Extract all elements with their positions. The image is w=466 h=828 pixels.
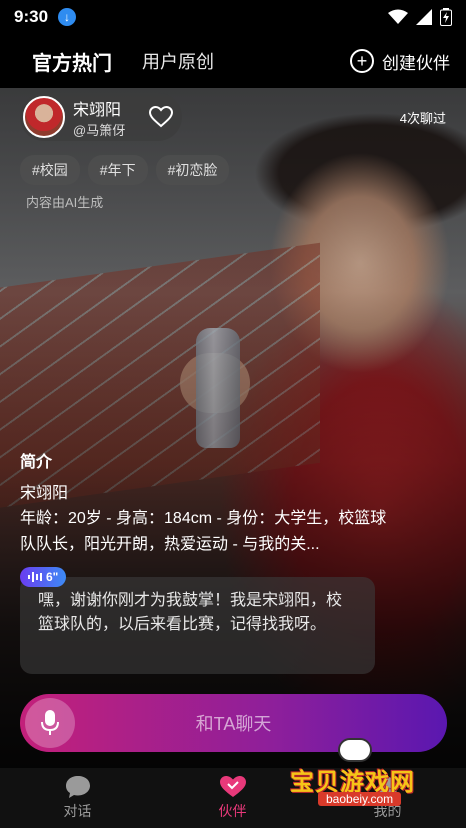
nav-label-partner: 伙伴 [218,803,247,819]
plus-circle-icon: + [350,49,374,73]
voice-input-button[interactable] [25,698,75,748]
signal-icon [416,9,432,25]
microphone-icon [41,710,59,735]
voice-play-badge[interactable]: 6" [20,567,67,587]
tab-user-original[interactable]: 用户原创 [142,48,214,74]
intro-character-name: 宋翊阳 [20,485,69,502]
tag-list: #校园 #年下 #初恋脸 [20,155,230,185]
chat-icon [65,776,90,798]
voice-duration: 6" [46,570,59,584]
avatar[interactable] [23,96,65,138]
ai-generated-note: 内容由AI生成 [26,195,104,210]
wifi-icon [388,9,408,24]
download-icon: ↓ [58,8,77,26]
greeting-message-text: 嘿，谢谢你刚才为我鼓掌！我是宋翊阳，校篮球队的，以后来看比赛，记得找我呀。 [38,592,343,633]
intro-description[interactable]: 年龄：20岁 - 身高：184cm - 身份：大学生，校篮球队队长，阳光开朗，热… [20,506,390,558]
partner-heart-icon [219,776,246,797]
tag-chip[interactable]: #校园 [20,155,80,185]
creator-handle: @马箫伢 [73,122,126,138]
character-profile-chip[interactable]: 宋翊阳 @马箫伢 [20,93,182,141]
chat-count: 4次聊过 [399,111,446,126]
tag-chip[interactable]: #年下 [87,155,148,185]
nav-item-partner[interactable]: 伙伴 [155,775,310,821]
status-time: 9:30 [14,7,49,26]
nav-item-chat[interactable]: 对话 [0,775,155,821]
sound-wave-icon [28,572,42,582]
chat-button-label: 和TA聊天 [195,714,272,734]
create-partner-button[interactable]: + 创建伙伴 [350,49,450,74]
tab-official-hot[interactable]: 官方热门 [32,47,112,76]
gamepad-logo-icon [338,738,372,762]
nav-label-chat: 对话 [63,803,92,819]
create-partner-label: 创建伙伴 [382,53,450,73]
character-name: 宋翊阳 [73,101,122,119]
intro-heading: 简介 [20,454,53,471]
tag-chip[interactable]: #初恋脸 [155,155,230,185]
battery-icon [440,8,452,26]
greeting-message-bubble[interactable]: 嘿，谢谢你刚才为我鼓掌！我是宋翊阳，校篮球队的，以后来看比赛，记得找我呀。 [20,577,375,674]
status-bar: 9:30 ↓ [0,0,466,34]
watermark-url: baobeiy.com [318,792,402,806]
heart-outline-icon[interactable] [149,106,173,128]
site-watermark: 宝贝游戏网 baobeiy.com [290,736,440,810]
top-tab-bar: 官方热门 用户原创 + 创建伙伴 [0,34,466,88]
